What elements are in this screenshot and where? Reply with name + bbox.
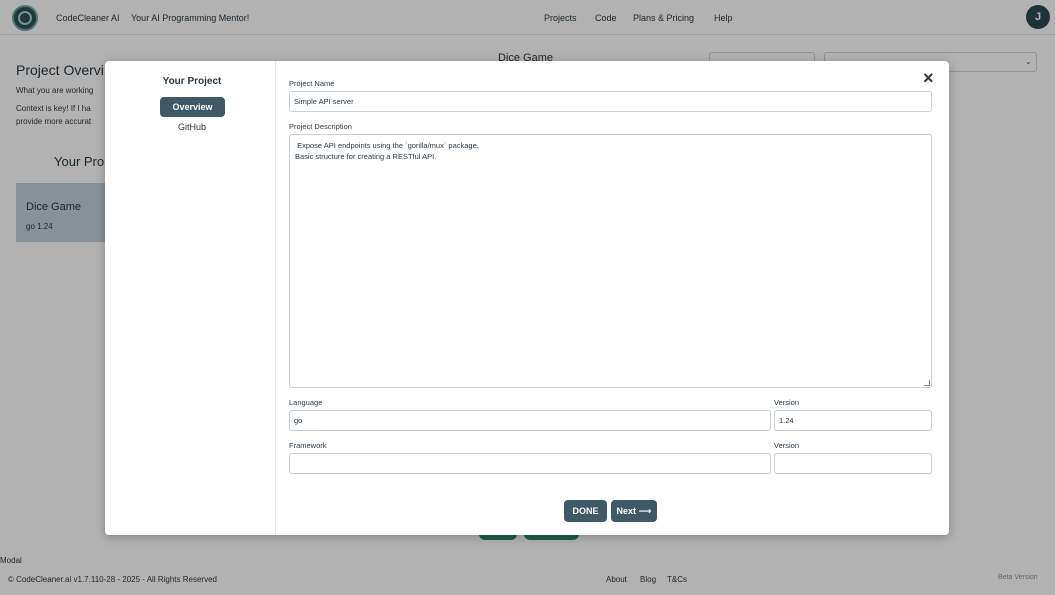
sidebar-item-github[interactable]: GitHub [105, 122, 279, 132]
project-edit-modal: Your Project Overview GitHub × Project N… [105, 61, 949, 535]
resize-handle-icon[interactable] [924, 380, 930, 386]
close-icon[interactable]: × [923, 69, 934, 87]
next-button[interactable]: Next ⟶ [611, 500, 657, 522]
language-version-input[interactable]: 1.24 [774, 410, 932, 431]
done-button[interactable]: DONE [564, 500, 607, 522]
framework-version-label: Version [774, 441, 800, 450]
language-label: Language [289, 398, 323, 407]
project-name-label: Project Name [289, 79, 335, 88]
framework-label: Framework [289, 441, 327, 450]
description-line: Expose API endpoints using the `gorilla/… [295, 141, 479, 150]
framework-input[interactable] [289, 453, 771, 474]
project-description-textarea[interactable]: Expose API endpoints using the `gorilla/… [289, 134, 932, 388]
project-name-input[interactable]: Simple API server [289, 91, 932, 112]
modal-sidebar: Your Project Overview GitHub [105, 61, 276, 535]
language-version-label: Version [774, 398, 800, 407]
description-line: Basic structure for creating a RESTful A… [295, 152, 437, 161]
sidebar-item-overview[interactable]: Overview [160, 97, 225, 117]
sidebar-title: Your Project [162, 76, 222, 87]
language-input[interactable]: go [289, 410, 771, 431]
project-description-label: Project Description [289, 122, 352, 131]
framework-version-input[interactable] [774, 453, 932, 474]
